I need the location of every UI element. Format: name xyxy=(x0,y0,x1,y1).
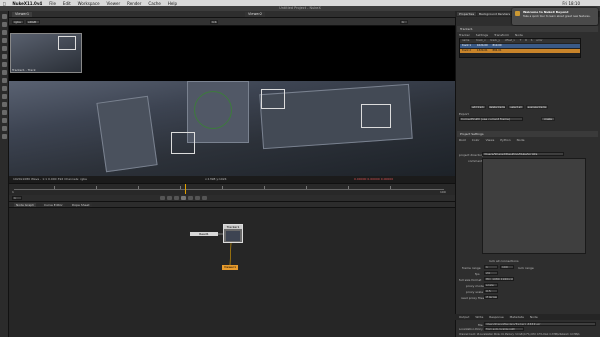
subtab-node[interactable]: Node xyxy=(530,315,538,319)
node-read1[interactable]: Read1 xyxy=(190,232,218,236)
subtab-metadata[interactable]: Metadata xyxy=(510,315,524,319)
read-proxy-select[interactable]: if larger xyxy=(484,295,498,299)
row-y: 884.01 xyxy=(492,49,502,52)
subtab-python[interactable]: Python xyxy=(500,138,510,142)
fps-label: fps xyxy=(475,272,480,276)
node-subtabs: Tracker Settings Transform Node xyxy=(459,33,528,37)
subtab-node[interactable]: Node xyxy=(517,138,525,142)
node-tracker1[interactable]: Tracker1 xyxy=(223,224,243,243)
subtab-output[interactable]: Output xyxy=(459,315,469,319)
select-all-button[interactable]: select all xyxy=(508,105,524,109)
file-label: file xyxy=(478,323,483,327)
table-header: name track_x track_y offset_x T R S erro… xyxy=(460,39,580,43)
row-x: 1324.01 xyxy=(476,49,488,52)
node-title: Tracker1 xyxy=(460,27,473,31)
row-y: 810.00 xyxy=(492,44,502,47)
create-button[interactable]: create xyxy=(541,117,555,121)
proxy-scale-label: proxy scale xyxy=(466,290,484,294)
row-name: track 1 xyxy=(462,44,472,47)
project-settings-title: Project Settings xyxy=(460,132,484,136)
export-select[interactable]: CornerPin2D (use current frame) xyxy=(459,117,523,121)
write-subtabs: Output Write Response Metadata Node xyxy=(459,315,543,319)
notification-text: Take a quick tour to learn about great n… xyxy=(523,15,591,18)
format-label: full size format xyxy=(459,278,482,282)
subtab-node[interactable]: Node xyxy=(515,33,523,37)
subtab-settings[interactable]: Settings xyxy=(476,33,488,37)
col-offset-x: offset_x xyxy=(504,39,515,42)
notification-title: Welcome to NukeX Beyond xyxy=(523,10,569,14)
project-directory-field[interactable]: /Users/Shared/Desktop/NukeScripts xyxy=(482,152,564,156)
lock-range-checkbox[interactable]: lock range xyxy=(518,266,534,270)
proxy-mode-label: proxy mode xyxy=(466,284,484,288)
project-directory-label: project directory xyxy=(459,153,484,157)
subtab-response[interactable]: Response xyxy=(489,315,503,319)
table-row[interactable]: track 2 1324.01 884.01 xyxy=(460,49,580,53)
proxy-scale-field[interactable]: 0.5 xyxy=(484,289,498,293)
tab-background-renders[interactable]: Background Renders xyxy=(477,12,513,16)
subtab-root[interactable]: Root xyxy=(459,138,466,142)
project-subtabs: Root Color Views Python Node xyxy=(459,138,529,142)
row-name: track 2 xyxy=(462,49,472,52)
average-tracks-button[interactable]: average tracks xyxy=(526,105,548,109)
add-track-button[interactable]: add track xyxy=(470,105,486,109)
localization-select[interactable]: from auto-localize path xyxy=(484,327,524,331)
node-tracker1-label: Tracker1 xyxy=(224,225,242,229)
delete-tracks-button[interactable]: delete tracks xyxy=(488,105,506,109)
col-track-x: track_x xyxy=(476,39,486,42)
tab-properties[interactable]: Properties xyxy=(457,12,477,16)
format-select[interactable]: HD_1080 1920x1080 xyxy=(484,277,514,281)
col-name: name xyxy=(462,39,470,42)
node-viewer1[interactable]: Viewer1 xyxy=(222,265,238,270)
frame-start-field[interactable]: 1 xyxy=(484,265,498,269)
subtab-tracker[interactable]: Tracker xyxy=(459,33,470,37)
subtab-views[interactable]: Views xyxy=(486,138,495,142)
project-settings-header: Project Settings xyxy=(457,131,598,137)
comment-label: comment xyxy=(468,159,483,163)
fps-field[interactable]: 24 xyxy=(484,271,498,275)
col-t: T xyxy=(519,39,522,42)
file-path-field[interactable]: /Users/Shared/Renders/Tracker1_####.exr xyxy=(484,322,596,326)
node-thumbnail xyxy=(226,231,240,241)
subtab-transform[interactable]: Transform xyxy=(494,33,509,37)
table-row[interactable]: track 1 1024.00 810.00 xyxy=(460,44,580,48)
status-line: Channel Count: 16 Localization Mode: On … xyxy=(459,333,580,336)
col-r: R xyxy=(525,39,527,42)
read-proxy-label: read proxy files xyxy=(461,296,485,300)
row-x: 1024.00 xyxy=(476,44,488,47)
export-label: Export xyxy=(459,112,469,116)
nuke-logo-icon xyxy=(515,11,520,16)
subtab-write[interactable]: Write xyxy=(475,315,483,319)
lock-connections-label: lock all connections xyxy=(489,259,519,263)
col-track-y: track_y xyxy=(490,39,500,42)
subtab-color[interactable]: Color xyxy=(472,138,480,142)
proxy-mode-select[interactable]: scale xyxy=(484,283,498,287)
welcome-notification[interactable]: Welcome to NukeX Beyond Take a quick tou… xyxy=(512,8,598,25)
frame-range-label: frame range xyxy=(462,266,481,270)
node-properties-header: Tracker1 xyxy=(457,26,598,32)
localization-label: Localization Policy xyxy=(459,328,483,331)
col-error: error xyxy=(536,39,543,42)
col-s: S xyxy=(530,39,533,42)
frame-end-field[interactable]: 100 xyxy=(500,265,514,269)
comment-textarea[interactable] xyxy=(482,158,586,254)
